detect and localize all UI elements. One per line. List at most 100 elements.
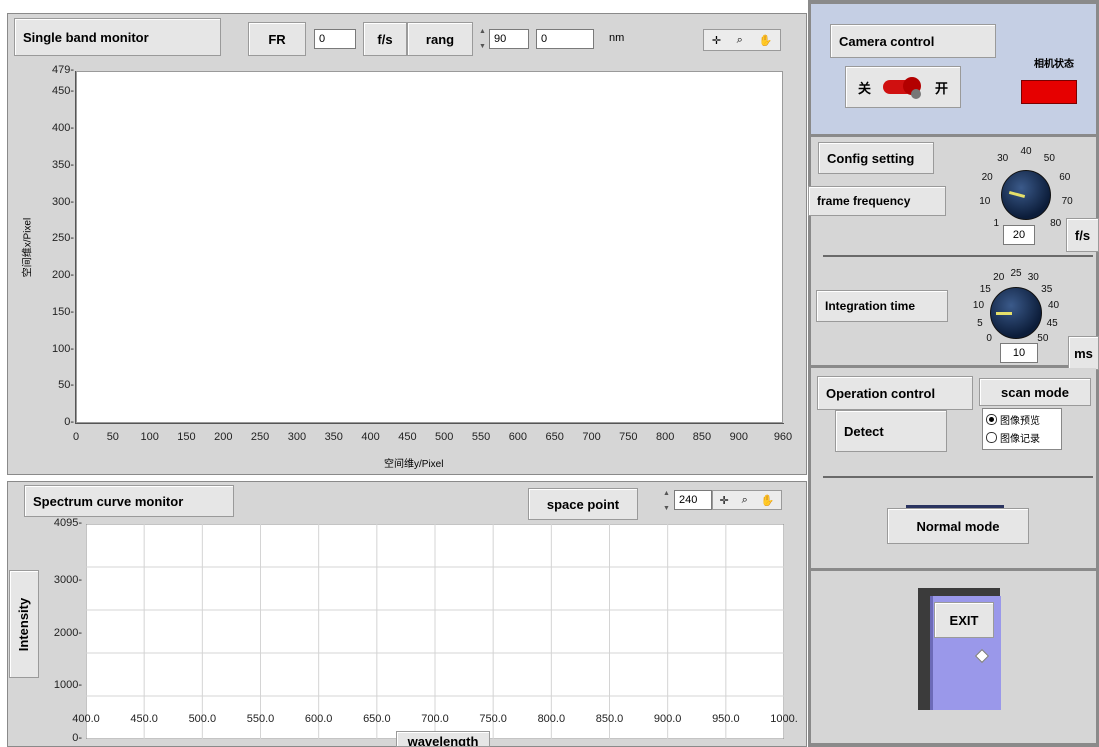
x-tick-label: 800: [655, 431, 675, 443]
frame-frequency-label: frame frequency: [808, 186, 946, 216]
x-tick-label: 600.0: [304, 713, 333, 725]
rang-spinner[interactable]: ▲ ▼: [477, 28, 488, 50]
dial-tick-label: 50: [1043, 153, 1055, 165]
graph-palette-bottom[interactable]: ✛ ⌕ ✋: [712, 490, 782, 510]
dial-tick-label: 30: [997, 153, 1009, 165]
detect-button[interactable]: Detect: [835, 410, 947, 452]
y-tick-label: 450-: [51, 85, 74, 98]
x-tick-label: 650.0: [363, 713, 391, 725]
spectrum-title: Spectrum curve monitor: [24, 485, 234, 517]
integration-time-dial[interactable]: [990, 287, 1042, 339]
intensity-text: Intensity: [16, 597, 32, 651]
space-point-spinner[interactable]: ▲ ▼: [661, 490, 672, 512]
x-tick-label: 700.0: [421, 713, 449, 725]
x-tick-label: 0: [72, 431, 80, 443]
dial-tick-label: 1: [993, 217, 1000, 229]
dial-tick-label: 10: [979, 196, 991, 208]
zoom-icon[interactable]: ⌕: [737, 34, 743, 47]
x-tick-label: 500.0: [188, 713, 217, 725]
switch-off-label: 关: [858, 80, 872, 96]
integration-time-unit: ms: [1068, 336, 1099, 370]
dial-tick-label: 0: [986, 332, 992, 344]
dial-tick-label: 40: [1047, 300, 1060, 312]
frame-frequency-dial[interactable]: [1001, 170, 1051, 220]
rang-label: rang: [407, 22, 473, 56]
dial-tick-label: 60: [1059, 171, 1071, 183]
scan-mode-radio-group: 图像预览 图像记录: [982, 408, 1062, 450]
intensity-label: Intensity: [9, 570, 39, 678]
y-tick-label: 3000-: [53, 574, 82, 587]
y-tick-label: 150-: [51, 305, 74, 318]
x-tick-label: 450.0: [130, 713, 158, 725]
dial-tick-label: 25: [1010, 268, 1022, 279]
operation-separator: [823, 476, 1093, 478]
radio-preview[interactable]: 图像预览: [983, 409, 1061, 428]
single-band-plot[interactable]: [76, 71, 783, 423]
x-tick-label: 500: [435, 431, 454, 443]
graph-palette-top[interactable]: ✛ ⌕ ✋: [703, 29, 781, 51]
x-tick-label: 250: [250, 431, 270, 443]
x-tick-label: 550: [471, 431, 491, 443]
radio-record[interactable]: 图像记录: [983, 428, 1061, 447]
x-tick-label: 600: [508, 431, 528, 443]
y-tick-label: 0-: [64, 416, 74, 428]
cursor-icon[interactable]: ✛: [719, 494, 728, 507]
config-title: Config setting: [818, 142, 934, 174]
radio-preview-label: 图像预览: [1000, 416, 1040, 427]
x-tick-label: 450: [398, 431, 417, 443]
exit-button[interactable]: EXIT: [934, 602, 994, 638]
y-tick-label: 200-: [51, 269, 74, 282]
dial-tick-label: 20: [981, 171, 993, 183]
nm-value-field[interactable]: 0: [536, 29, 594, 49]
x-tick-label: 900.0: [653, 713, 682, 725]
dial-tick-label: 30: [1027, 272, 1039, 284]
x-tick-label: 850.0: [595, 713, 624, 725]
y-tick-label: 479-: [51, 64, 74, 76]
radio-unselected-icon: [986, 432, 997, 443]
x-tick-label: 100: [140, 431, 159, 443]
y-tick-label: 2000-: [53, 626, 82, 639]
dial-tick-label: 45: [1046, 317, 1058, 329]
camera-switch[interactable]: 关 开: [845, 66, 961, 108]
dial-tick-label: 40: [1020, 146, 1032, 157]
x-tick-label: 900: [729, 431, 748, 443]
frame-frequency-value[interactable]: 20: [1003, 225, 1035, 245]
exit-door[interactable]: EXIT: [918, 588, 1001, 710]
integration-time-value[interactable]: 10: [1000, 343, 1038, 363]
zoom-icon[interactable]: ⌕: [742, 494, 748, 507]
scan-mode-label: scan mode: [979, 378, 1091, 406]
dial-tick-label: 80: [1050, 217, 1062, 229]
normal-mode-button[interactable]: Normal mode: [887, 508, 1029, 544]
space-point-field[interactable]: 240: [674, 490, 712, 510]
x-tick-label: 700: [582, 431, 601, 443]
camera-status-led: [1021, 80, 1077, 104]
fr-value-field[interactable]: 0: [314, 29, 356, 49]
camera-status-label: 相机状态: [1034, 59, 1074, 70]
rang-value-field[interactable]: 90: [489, 29, 529, 49]
x-tick-label: 800.0: [537, 713, 566, 725]
radio-selected-icon: [986, 414, 997, 425]
spectrum-plot[interactable]: [86, 524, 784, 739]
x-tick-label: 650: [545, 431, 564, 443]
pan-hand-icon[interactable]: ✋: [758, 34, 772, 47]
cursor-icon[interactable]: ✛: [712, 34, 721, 47]
dial-tick-label: 15: [979, 283, 991, 295]
x-tick-label: 400: [361, 431, 380, 443]
radio-record-label: 图像记录: [1000, 434, 1040, 445]
y-tick-label: 300-: [51, 195, 74, 208]
dial-tick-label: 35: [1041, 283, 1053, 295]
x-tick-label: 750.0: [479, 713, 507, 725]
integration-time-label: Integration time: [816, 290, 948, 322]
toggle-knob-icon[interactable]: [881, 77, 925, 99]
x-tick-label: 550.0: [246, 713, 275, 725]
space-point-label: space point: [528, 488, 638, 520]
x-tick-label: 300: [287, 431, 307, 443]
frame-frequency-unit: f/s: [1066, 218, 1099, 252]
x-tick-label: 850: [692, 431, 712, 443]
nm-unit-label: nm: [609, 32, 625, 44]
y-tick-label: 100-: [51, 342, 74, 355]
x-tick-label: 750: [619, 431, 638, 443]
dial-tick-label: 20: [993, 272, 1005, 284]
x-tick-label: 1000.: [770, 713, 798, 725]
pan-hand-icon[interactable]: ✋: [761, 494, 775, 507]
